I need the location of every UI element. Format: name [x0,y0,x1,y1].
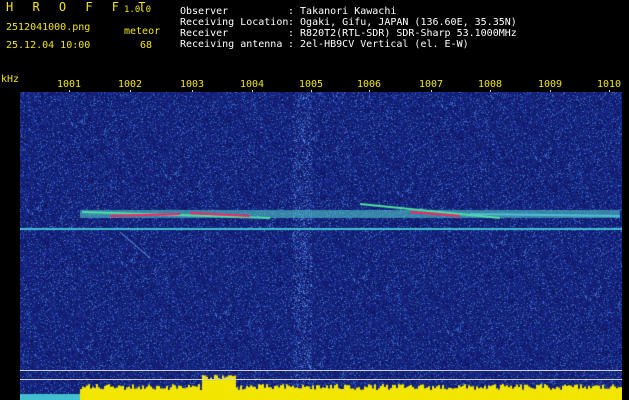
spectrogram-plot [20,92,622,400]
observer-label: Observer [180,6,229,17]
reference-line-upper [20,370,622,371]
antenna-value: : 2el-HB9CV Vertical (el. E-W) [288,39,469,50]
header-panel: H R O F F T 1.0.0 2512041000.png meteor … [0,0,629,72]
x-tick-label: 1007 [419,79,444,90]
receiver-label: Receiver [180,28,229,39]
file-name: 2512041000.png [6,22,91,33]
meteor-label: meteor [124,26,161,37]
location-value: : Ogaki, Gifu, JAPAN (136.60E, 35.35N) [288,17,517,28]
x-tick-label: 1003 [180,79,205,90]
x-tick-label: 1006 [357,79,382,90]
receiver-value: : R820T2(RTL-SDR) SDR-Sharp 53.1000MHz [288,28,517,39]
left-margin [0,92,20,400]
x-tick-label: 1009 [538,79,563,90]
date-time: 25.12.04 10:00 [6,40,91,51]
reference-line-lower [20,379,622,380]
x-tick-label: 1002 [118,79,143,90]
x-tick-label: 1008 [478,79,503,90]
location-label: Receiving Location [180,17,289,28]
x-tick-label: 1005 [299,79,324,90]
y-axis-unit: kHz [1,74,20,85]
x-tick-label: 1001 [57,79,82,90]
antenna-label: Receiving antenna [180,39,283,50]
x-tick-label: 1010 [597,79,622,90]
spectrogram-canvas [20,92,622,400]
app-version: 1.0.0 [124,5,152,15]
x-tick-label: 1004 [240,79,265,90]
meteor-count: 68 [140,40,153,51]
observer-value: : Takanori Kawachi [288,6,397,17]
